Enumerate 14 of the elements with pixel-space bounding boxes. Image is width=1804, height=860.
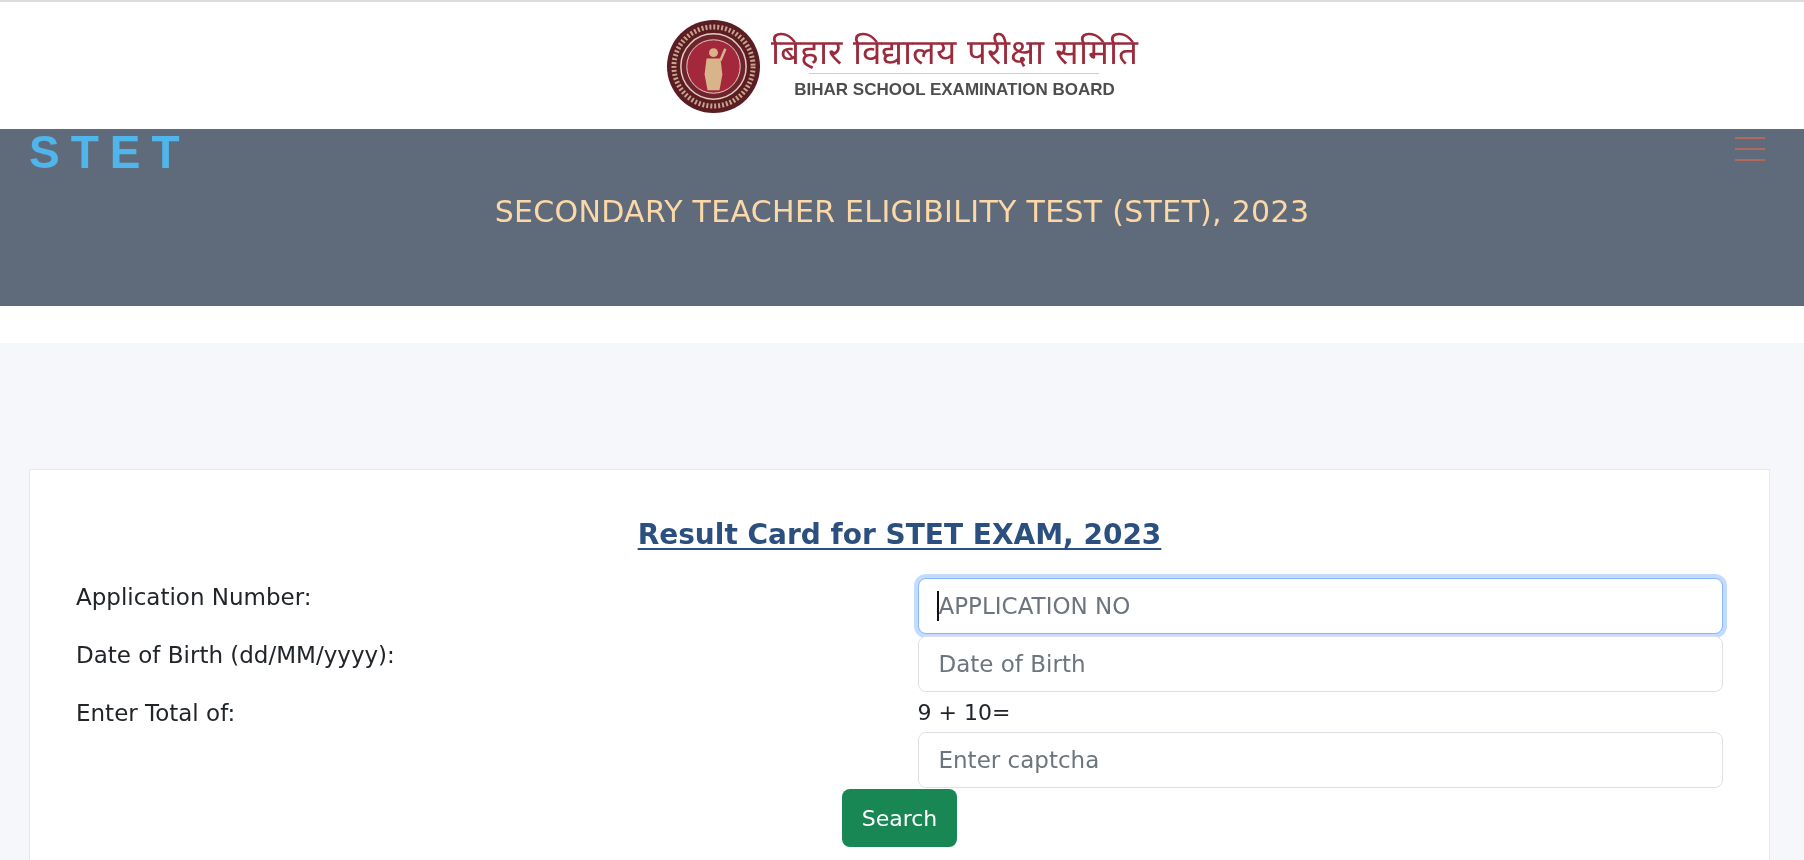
text-cursor-icon bbox=[936, 591, 939, 621]
search-button[interactable]: Search bbox=[841, 789, 958, 847]
board-name-english: BIHAR SCHOOL EXAMINATION BOARD bbox=[794, 80, 1115, 100]
input-field[interactable]: APPLICATION NO bbox=[917, 578, 1723, 634]
menu-icon bbox=[1735, 137, 1765, 161]
board-name-hindi: बिहार विद्यालय परीक्षा समिति bbox=[770, 31, 1139, 73]
emblem-icon bbox=[665, 19, 761, 114]
captcha-question: 9 + 10= bbox=[917, 699, 1011, 727]
field-label: Enter Total of: bbox=[76, 699, 236, 728]
field-label: Date of Birth (dd/MM/yyyy): bbox=[76, 641, 395, 670]
card-heading: Result Card for STET EXAM, 2023 bbox=[637, 517, 1162, 553]
page-title: SECONDARY TEACHER ELIGIBILITY TEST (STET), 2023 bbox=[494, 194, 1310, 230]
field-label: Application Number: bbox=[76, 583, 312, 612]
site-brand[interactable]: STET bbox=[29, 129, 191, 175]
